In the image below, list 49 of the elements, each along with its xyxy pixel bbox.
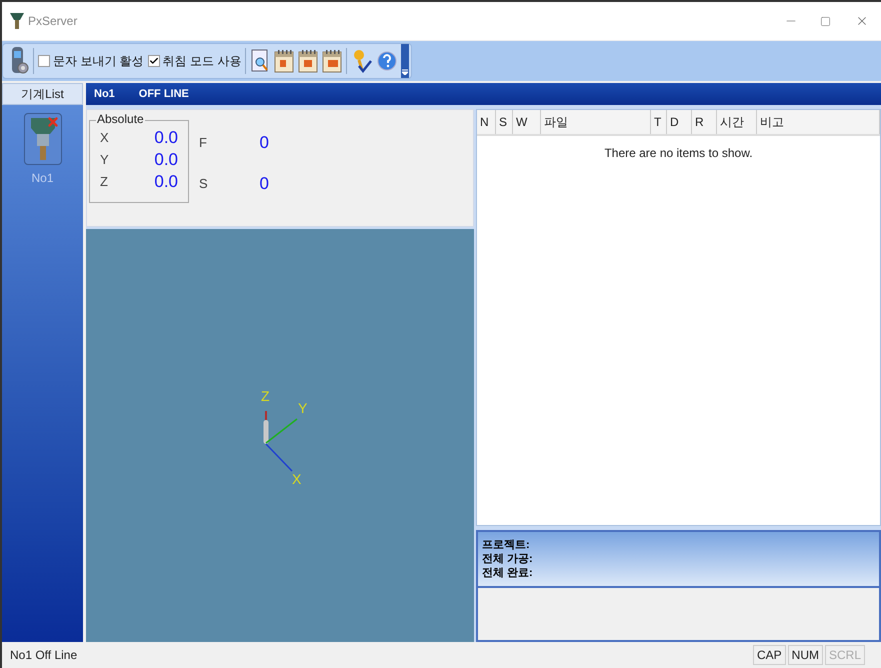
column-header[interactable]: S <box>496 110 513 134</box>
axis-triad-drawing: Z Y X <box>256 386 316 486</box>
help-icon[interactable] <box>377 51 398 71</box>
summary-label: 전체 완료: <box>482 566 534 580</box>
empty-message: There are no items to show. <box>604 145 753 162</box>
app-icon <box>10 12 24 30</box>
toolbar-checkbox[interactable]: 문자 보내기 활성 <box>38 52 144 70</box>
axis-value: 0.0 <box>154 171 178 194</box>
column-header[interactable]: 파일 <box>541 110 651 134</box>
summary-label: 프로젝트: <box>482 538 531 552</box>
axis-value: 0.0 <box>154 127 178 150</box>
toolbar-checkbox[interactable]: 취침 모드 사용 <box>148 52 242 70</box>
rate-label: S <box>199 174 208 192</box>
column-header[interactable]: 시간 <box>717 110 757 134</box>
sidebar-header: 기계List <box>2 83 83 105</box>
column-header[interactable]: R <box>692 110 717 134</box>
key-indicator: SCRL <box>824 645 865 665</box>
key-indicator: NUM <box>788 645 823 665</box>
document-search-icon[interactable] <box>250 48 270 74</box>
column-header[interactable]: D <box>667 110 692 134</box>
machine-label: No1 <box>31 170 54 187</box>
axis-value: 0.0 <box>154 149 178 172</box>
checkbox[interactable] <box>148 55 160 67</box>
machine-name: No1 <box>94 86 115 102</box>
axis-label: Z <box>100 173 108 192</box>
checkbox[interactable] <box>38 55 50 67</box>
axis-label: Y <box>100 151 109 170</box>
device-settings-icon[interactable] <box>9 46 29 76</box>
column-header[interactable]: W <box>513 110 541 134</box>
rate-label: F <box>199 134 207 152</box>
calendar-icon[interactable] <box>274 49 294 73</box>
summary-label: 전체 가공: <box>482 552 534 566</box>
axis-label: X <box>100 129 109 148</box>
rate-value: 0 <box>260 172 269 194</box>
window-title: PxServer <box>28 13 78 30</box>
status-message: No1 Off Line <box>10 647 78 664</box>
column-header[interactable]: T <box>651 110 667 134</box>
rate-value: 0 <box>260 132 269 154</box>
overflow-handle[interactable] <box>401 44 410 78</box>
calendar-icon[interactable] <box>322 49 342 73</box>
group-label: Absolute <box>96 113 145 125</box>
key-indicator: CAP <box>752 645 786 665</box>
calendar-icon[interactable] <box>298 49 318 73</box>
column-header[interactable]: 비고 <box>757 110 880 134</box>
maximize-icon[interactable] <box>820 16 831 26</box>
spindle-icon <box>28 116 56 162</box>
key-check-icon[interactable] <box>351 48 374 74</box>
machine-status: OFF LINE <box>138 86 189 102</box>
column-header[interactable]: N <box>477 110 496 134</box>
